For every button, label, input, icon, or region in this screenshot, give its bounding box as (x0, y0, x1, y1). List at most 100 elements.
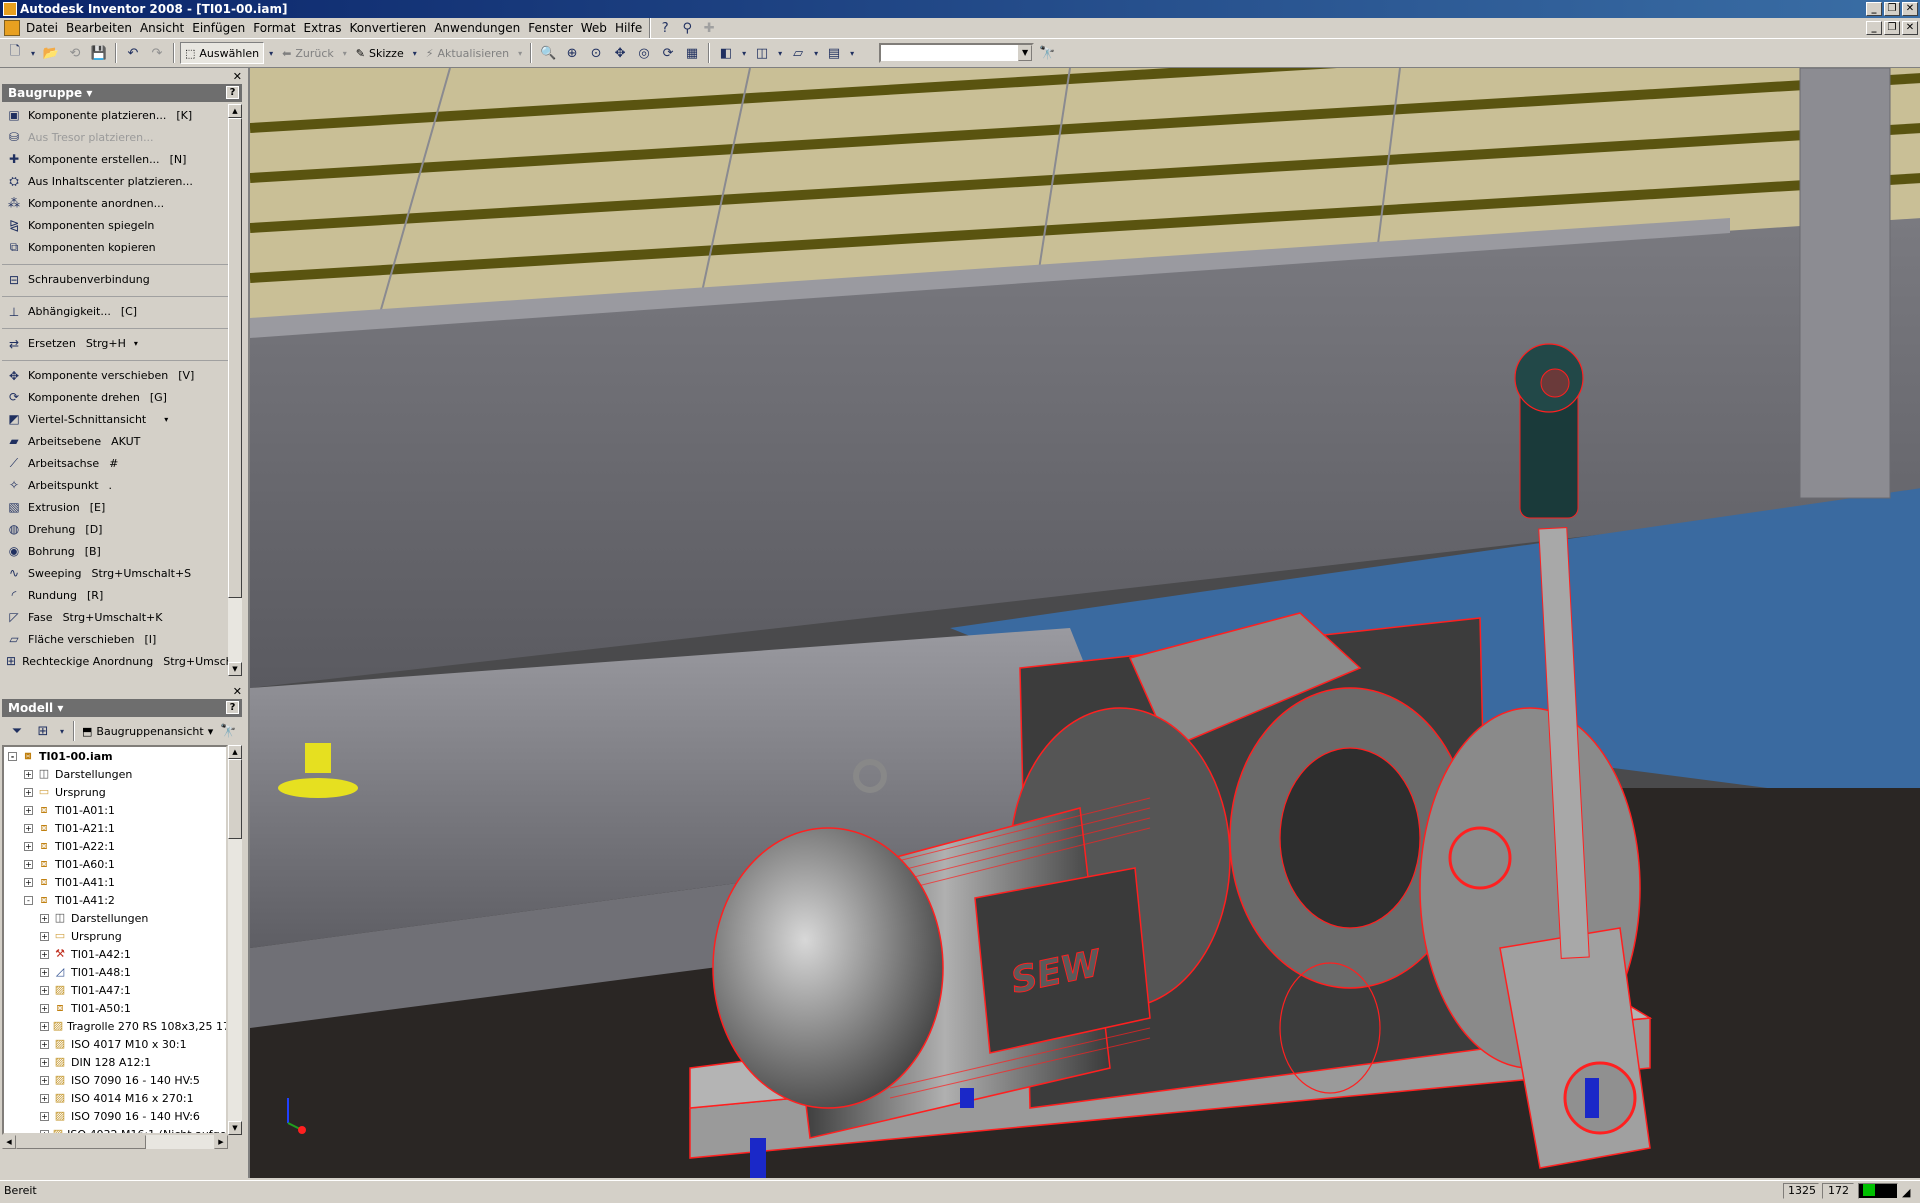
expand-icon[interactable]: + (40, 1039, 49, 1049)
panel-help-icon[interactable]: ? (226, 86, 239, 99)
tree-options-dropdown-icon[interactable]: ▾ (58, 720, 66, 742)
expand-icon[interactable]: + (40, 1003, 49, 1013)
collapse-icon[interactable]: - (24, 895, 33, 905)
sketch-button[interactable]: ✎ Skizze (352, 42, 408, 64)
command-rotate[interactable]: ⟳ Komponente drehen [G] (2, 386, 230, 408)
expand-icon[interactable]: + (24, 805, 33, 815)
command-mirror[interactable]: ⧎ Komponenten spiegeln (2, 214, 230, 236)
dropdown-arrow-icon[interactable]: ▾ (134, 339, 138, 348)
menu-konvertieren[interactable]: Konvertieren (345, 18, 430, 38)
doc-close-button[interactable]: ✕ (1902, 21, 1918, 35)
tree-node[interactable]: + ⧈ TI01-A50:1 (4, 999, 226, 1017)
command-section[interactable]: ◩ Viertel-Schnittansicht ▾ (2, 408, 230, 430)
command-place-component[interactable]: ▣ Komponente platzieren... [K] (2, 104, 230, 126)
command-bolt[interactable]: ⊟ Schraubenverbindung (2, 264, 230, 290)
doc-minimize-button[interactable]: _ (1866, 21, 1882, 35)
scroll-thumb[interactable] (228, 118, 242, 598)
menu-einfuegen[interactable]: Einfügen (188, 18, 249, 38)
display-mode-dropdown-icon[interactable]: ▾ (739, 42, 749, 64)
tree-node[interactable]: + ▨ ISO 7090 16 - 140 HV:5 (4, 1071, 226, 1089)
menu-format[interactable]: Format (249, 18, 299, 38)
whats-this-icon[interactable]: ⚲ (676, 17, 698, 39)
shadow-icon[interactable]: ▱ (787, 42, 809, 64)
tree-scroll-right-icon[interactable]: ▶ (214, 1135, 228, 1149)
tree-scroll-thumb[interactable] (228, 759, 242, 839)
tree-node[interactable]: + ⧈ TI01-A01:1 (4, 801, 226, 819)
menu-hilfe[interactable]: Hilfe (611, 18, 646, 38)
panel-close-icon[interactable]: ✕ (233, 70, 242, 83)
model-panel-header[interactable]: Modell ▾ ? (2, 699, 242, 717)
expand-icon[interactable]: + (24, 841, 33, 851)
tree-node[interactable]: + ▨ ISO 4014 M16 x 270:1 (4, 1089, 226, 1107)
tree-node[interactable]: - ⧈ TI01-A41:2 (4, 891, 226, 909)
tree-node[interactable]: + ⚒ TI01-A42:1 (4, 945, 226, 963)
zoom-selected-icon[interactable]: ◎ (633, 42, 655, 64)
expand-icon[interactable]: + (40, 913, 49, 923)
menu-datei[interactable]: Datei (22, 18, 62, 38)
command-create-component[interactable]: ✚ Komponente erstellen... [N] (2, 148, 230, 170)
command-move[interactable]: ✥ Komponente verschieben [V] (2, 360, 230, 386)
style-combo[interactable]: ▼ (879, 43, 1035, 63)
expand-icon[interactable]: + (40, 967, 49, 977)
tree-node[interactable]: + ⧈ TI01-A21:1 (4, 819, 226, 837)
save-icon[interactable]: 💾 (88, 42, 110, 64)
tree-node[interactable]: + ▨ ISO 7090 16 - 140 HV:6 (4, 1107, 226, 1125)
zoom-icon[interactable]: ⊙ (585, 42, 607, 64)
tree-scroll-up-icon[interactable]: ▲ (228, 745, 242, 759)
expand-icon[interactable]: + (40, 1093, 49, 1103)
display-mode-icon[interactable]: ◧ (715, 42, 737, 64)
tree-node[interactable]: + ▭ Ursprung (4, 783, 226, 801)
tree-node[interactable]: + ▨ ISO 4017 M10 x 30:1 (4, 1035, 226, 1053)
section-view-icon[interactable]: ▤ (823, 42, 845, 64)
tree-options-icon[interactable]: ⊞ (32, 720, 54, 742)
expand-icon[interactable]: + (40, 1021, 49, 1031)
command-work-point[interactable]: ✧ Arbeitspunkt. (2, 474, 230, 496)
command-work-axis[interactable]: ⟋ Arbeitsachse # (2, 452, 230, 474)
tree-hscrollbar[interactable]: ◀ ▶ (2, 1135, 228, 1149)
menu-extras[interactable]: Extras (300, 18, 346, 38)
tree-node[interactable]: +▨Tragrolle 270 RS 108x3,25 170:1 (4, 1017, 226, 1035)
expand-icon[interactable]: + (24, 877, 33, 887)
menu-web[interactable]: Web (577, 18, 611, 38)
command-content-center[interactable]: ⛭ Aus Inhaltscenter platzieren... (2, 170, 230, 192)
model-help-icon[interactable]: ? (226, 701, 239, 714)
undo-icon[interactable]: ↶ (122, 42, 144, 64)
tree-node[interactable]: + ◫ Darstellungen (4, 765, 226, 783)
command-chamfer[interactable]: ◸ Fase Strg+Umschalt+K (2, 606, 230, 628)
command-hole[interactable]: ◉ Bohrung [B] (2, 540, 230, 562)
tree-node[interactable]: + ▨ ISO 4032 M16:1 (Nicht aufgel (4, 1125, 226, 1133)
menu-fenster[interactable]: Fenster (524, 18, 577, 38)
graphics-viewport[interactable]: SEW (248, 68, 1920, 1178)
doc-restore-button[interactable]: ❐ (1884, 21, 1900, 35)
assembly-panel-header[interactable]: Baugruppe ▾ ? (2, 84, 242, 102)
expand-icon[interactable]: + (24, 859, 33, 869)
command-replace[interactable]: ⇄ Ersetzen Strg+H ▾ (2, 328, 230, 354)
look-at-icon[interactable]: ▦ (681, 42, 703, 64)
browser-view-selector[interactable]: ⬒ Baugruppenansicht ▾ (82, 725, 213, 738)
orbit-icon[interactable]: ⟳ (657, 42, 679, 64)
tree-node[interactable]: + ⧈ TI01-A60:1 (4, 855, 226, 873)
expand-icon[interactable]: + (40, 1057, 49, 1067)
new-dropdown-icon[interactable]: ▾ (28, 42, 38, 64)
restore-button[interactable]: ❐ (1884, 2, 1900, 16)
resize-grip-icon[interactable]: ◢ (1902, 1183, 1910, 1203)
command-pattern[interactable]: ⁂ Komponente anordnen... (2, 192, 230, 214)
expand-icon[interactable]: + (24, 769, 33, 779)
camera-icon[interactable]: ◫ (751, 42, 773, 64)
document-icon[interactable] (4, 20, 20, 36)
expand-icon[interactable]: + (40, 1075, 49, 1085)
tree-node[interactable]: + ▭ Ursprung (4, 927, 226, 945)
sketch-dropdown-icon[interactable]: ▾ (410, 42, 420, 64)
menu-bearbeiten[interactable]: Bearbeiten (62, 18, 136, 38)
close-button[interactable]: ✕ (1902, 2, 1918, 16)
model-panel-close-icon[interactable]: ✕ (233, 685, 242, 698)
command-constraint[interactable]: ⊥ Abhängigkeit... [C] (2, 296, 230, 322)
expand-icon[interactable]: + (24, 823, 33, 833)
open-file-icon[interactable]: 📂 (40, 42, 62, 64)
expand-icon[interactable]: + (24, 787, 33, 797)
camera-dropdown-icon[interactable]: ▾ (775, 42, 785, 64)
combo-arrow-icon[interactable]: ▼ (1018, 45, 1033, 61)
expand-icon[interactable]: + (40, 931, 49, 941)
expand-icon[interactable]: + (40, 1111, 49, 1121)
command-copy[interactable]: ⧉ Komponenten kopieren (2, 236, 230, 258)
